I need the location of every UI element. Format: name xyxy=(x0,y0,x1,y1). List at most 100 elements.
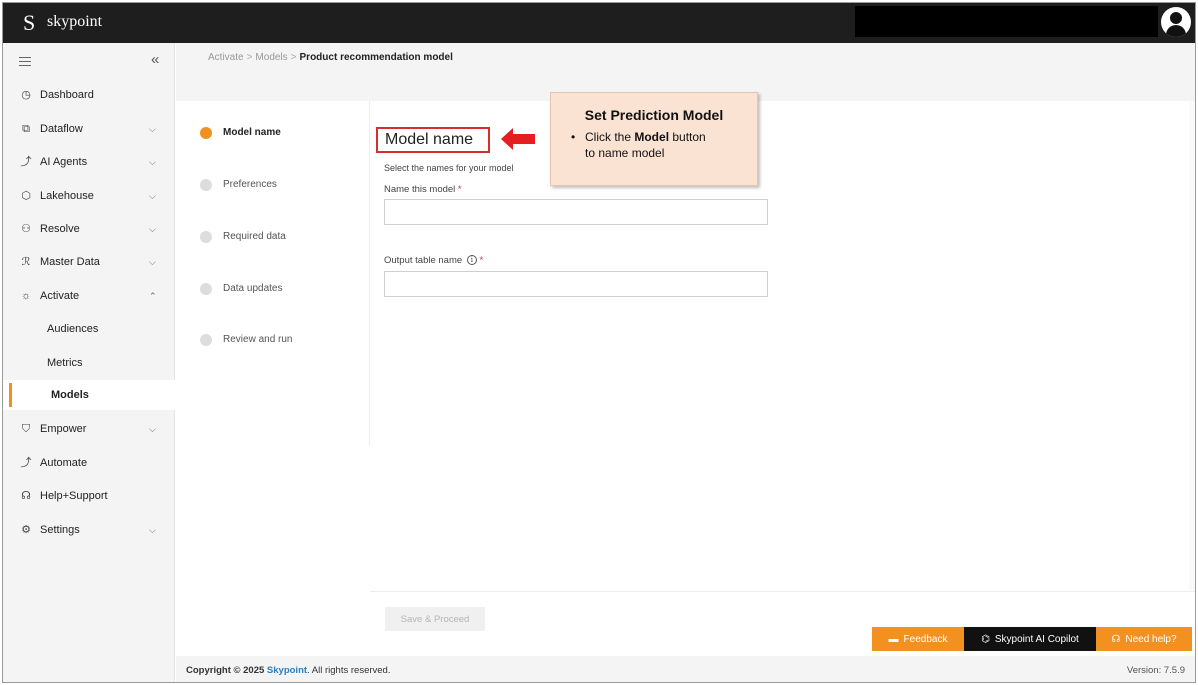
chat-icon: ▬ xyxy=(888,633,899,645)
shield-icon: ⛉ xyxy=(21,423,31,435)
sidebar-item-label: Dataflow xyxy=(40,123,83,135)
sidebar-item-label: Lakehouse xyxy=(40,190,94,202)
step-label: Required data xyxy=(223,231,286,242)
sidebar-item-help-support[interactable]: ☊ Help+Support xyxy=(3,481,175,511)
sidebar-item-master-data[interactable]: ℛ Master Data ⌵ xyxy=(3,247,175,277)
step-label: Review and run xyxy=(223,334,293,345)
sidebar-item-label: Help+Support xyxy=(40,490,108,502)
scrollbar-track[interactable] xyxy=(1189,101,1195,591)
copyright-suffix: . All rights reserved. xyxy=(307,665,391,676)
headset-icon: ☊ xyxy=(21,490,31,502)
master-data-icon: ℛ xyxy=(21,256,31,268)
sidebar-item-empower[interactable]: ⛉ Empower ⌵ xyxy=(3,414,175,444)
copilot-label: Skypoint AI Copilot xyxy=(994,633,1079,645)
chevron-down-icon[interactable]: ⌵ xyxy=(149,191,156,202)
step-label: Preferences xyxy=(223,179,277,190)
chevron-up-icon[interactable]: ⌃ xyxy=(149,291,157,302)
callout-title: Set Prediction Model xyxy=(584,107,724,123)
sidebar-item-label: Audiences xyxy=(47,323,99,335)
sidebar-item-label: Models xyxy=(51,389,89,401)
copyright-text: Copyright © 2025 Skypoint. All rights re… xyxy=(186,665,390,676)
collapse-sidebar-icon[interactable]: « xyxy=(151,51,159,68)
chevron-down-icon[interactable]: ⌵ xyxy=(149,424,156,435)
brand-link[interactable]: Skypoint xyxy=(267,665,307,676)
chevron-down-icon[interactable]: ⌵ xyxy=(149,224,156,235)
chevron-down-icon[interactable]: ⌵ xyxy=(149,157,156,168)
sidebar-item-label: Activate xyxy=(40,290,80,302)
sidebar-item-label: Empower xyxy=(40,423,87,435)
copilot-button[interactable]: ⌬ Skypoint AI Copilot xyxy=(964,627,1096,651)
info-icon[interactable]: i xyxy=(466,255,477,265)
sidebar-item-label: Automate xyxy=(40,457,88,469)
callout-text: Click the xyxy=(585,130,635,144)
form-subtitle: Select the names for your model xyxy=(384,163,514,173)
sidebar-item-automate[interactable]: ⤴ Automate xyxy=(3,448,175,478)
sidebar-item-lakehouse[interactable]: ⬡ Lakehouse ⌵ xyxy=(3,181,175,211)
output-field-label: Output table name i * xyxy=(384,255,483,266)
breadcrumb-models[interactable]: Models xyxy=(255,52,287,63)
sidebar-item-label: Master Data xyxy=(40,256,100,268)
gear-icon: ⚙ xyxy=(21,524,31,536)
wizard-steps: Model name Preferences Required data Dat… xyxy=(176,101,370,446)
sidebar: « ◷ Dashboard ⧉ Dataflow ⌵ ⤴ AI Agents ⌵… xyxy=(3,43,175,682)
save-proceed-button[interactable]: Save & Proceed xyxy=(385,607,485,631)
sidebar-item-settings[interactable]: ⚙ Settings ⌵ xyxy=(3,515,175,545)
logo-mark: S xyxy=(23,10,36,35)
breadcrumb-current: Product recommendation model xyxy=(299,52,453,63)
hamburger-menu-icon[interactable] xyxy=(19,57,31,66)
step-indicator xyxy=(200,334,212,346)
copyright-prefix: Copyright © 2025 xyxy=(186,665,267,676)
footer: Copyright © 2025 Skypoint. All rights re… xyxy=(176,656,1195,682)
sidebar-item-dashboard[interactable]: ◷ Dashboard xyxy=(3,80,175,110)
sidebar-item-label: AI Agents xyxy=(40,156,88,168)
top-bar: S skypoint xyxy=(3,3,1195,43)
callout-bold-text: Model xyxy=(634,130,670,144)
step-label: Data updates xyxy=(223,283,283,294)
form-title-highlighted: Model name xyxy=(376,127,490,153)
callout-text-line2: to name model xyxy=(585,146,665,160)
feedback-button[interactable]: ▬ Feedback xyxy=(872,627,964,651)
required-asterisk: * xyxy=(479,255,484,266)
automate-icon: ⤴ xyxy=(20,457,32,469)
name-label-text: Name this model xyxy=(384,184,456,195)
sidebar-item-label: Resolve xyxy=(40,223,80,235)
callout-body: • Click the Model button to name model xyxy=(571,129,757,161)
output-table-name-input[interactable] xyxy=(384,271,768,297)
sidebar-item-ai-agents[interactable]: ⤴ AI Agents ⌵ xyxy=(3,147,175,177)
action-bar xyxy=(370,591,1195,631)
dataflow-icon: ⧉ xyxy=(22,123,30,135)
lakehouse-icon: ⬡ xyxy=(21,190,31,202)
need-help-button[interactable]: ☊ Need help? xyxy=(1096,627,1192,651)
breadcrumb-separator: > xyxy=(246,52,253,63)
sidebar-item-resolve[interactable]: ⚇ Resolve ⌵ xyxy=(3,214,175,244)
step-indicator xyxy=(200,179,212,191)
red-arrow-left-icon xyxy=(501,128,535,150)
breadcrumb-activate[interactable]: Activate xyxy=(208,52,244,63)
headset-icon: ☊ xyxy=(1111,633,1121,645)
breadcrumb: Activate > Models > Product recommendation m… xyxy=(208,52,453,63)
app-window: S skypoint « ◷ Dashboard ⧉ Dataflow ⌵ ⤴ … xyxy=(2,2,1196,683)
callout-text: button xyxy=(669,130,706,144)
step-indicator xyxy=(200,283,212,295)
sidebar-item-label: Settings xyxy=(40,524,80,536)
breadcrumb-separator: > xyxy=(290,52,297,63)
chevron-down-icon[interactable]: ⌵ xyxy=(149,525,156,536)
name-field-label: Name this model * xyxy=(384,184,462,195)
user-avatar-icon[interactable] xyxy=(1161,7,1191,37)
step-indicator xyxy=(200,231,212,243)
bulb-icon: ☼ xyxy=(20,290,32,302)
sidebar-item-activate[interactable]: ☼ Activate ⌃ xyxy=(3,281,175,311)
copilot-icon: ⌬ xyxy=(981,633,990,645)
model-name-input[interactable] xyxy=(384,199,768,225)
dashboard-icon: ◷ xyxy=(21,89,31,101)
sidebar-item-audiences[interactable]: Audiences xyxy=(3,314,175,344)
bullet: • xyxy=(571,130,576,144)
sidebar-item-models[interactable]: Models xyxy=(3,380,175,410)
need-help-label: Need help? xyxy=(1125,633,1177,645)
step-indicator xyxy=(200,127,212,139)
chevron-down-icon[interactable]: ⌵ xyxy=(149,257,156,268)
sidebar-item-metrics[interactable]: Metrics xyxy=(3,348,175,378)
instruction-callout: Set Prediction Model • Click the Model bu… xyxy=(550,92,758,186)
chevron-down-icon[interactable]: ⌵ xyxy=(149,124,156,135)
sidebar-item-dataflow[interactable]: ⧉ Dataflow ⌵ xyxy=(3,114,175,144)
